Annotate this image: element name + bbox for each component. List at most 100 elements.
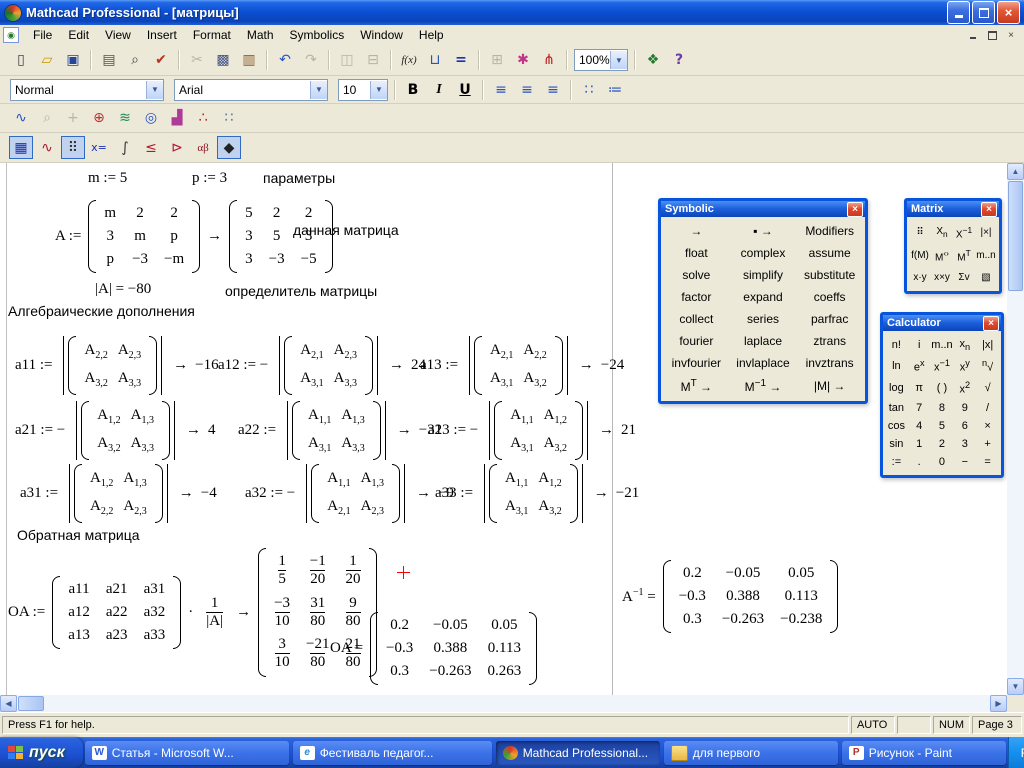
- def-a22[interactable]: a22 :=A1,1A1,3A3,1A3,3→−31: [238, 401, 442, 460]
- menu-insert[interactable]: Insert: [139, 26, 185, 44]
- bold-icon[interactable]: B: [401, 78, 425, 101]
- new-icon[interactable]: ▯: [9, 49, 33, 72]
- component-icon[interactable]: ⊞: [485, 49, 509, 72]
- palette-button-xy[interactable]: xy: [953, 355, 976, 377]
- taskbar-button[interactable]: Mathcad Professional...: [496, 741, 660, 765]
- align-left-icon[interactable]: ≡: [489, 78, 513, 101]
- organizer-icon[interactable]: ⋔: [537, 49, 561, 72]
- def-a32[interactable]: a32 := −A1,1A1,3A2,1A2,3→−9: [245, 464, 454, 523]
- evaluate-icon[interactable]: =: [449, 49, 473, 72]
- menu-help[interactable]: Help: [411, 26, 452, 44]
- palette-button-[interactable]: +: [976, 435, 999, 453]
- xy-plot-icon[interactable]: ∿: [9, 107, 33, 130]
- contour-plot-icon[interactable]: ◎: [139, 107, 163, 130]
- undo-icon[interactable]: ↶: [273, 49, 297, 72]
- menu-view[interactable]: View: [97, 26, 139, 44]
- doc-restore-icon[interactable]: [984, 28, 1000, 42]
- italic-icon[interactable]: I: [427, 78, 451, 101]
- def-A[interactable]: A :=m223mpp−3−m→5223533−3−5: [55, 200, 333, 273]
- greek-palette-icon[interactable]: αβ: [191, 136, 215, 159]
- boolean-palette-icon[interactable]: ≤: [139, 136, 163, 159]
- def-a33[interactable]: a33 :=A1,1A1,2A3,1A3,2→−21: [435, 464, 639, 523]
- doc-minimize-icon[interactable]: [965, 28, 981, 42]
- note-parameters[interactable]: параметры: [263, 170, 335, 186]
- close-icon[interactable]: ×: [983, 316, 999, 331]
- cut-icon[interactable]: ✂: [185, 49, 209, 72]
- palette-button-n[interactable]: n!: [885, 335, 908, 355]
- 3d-scatter-plot-icon[interactable]: ∴: [191, 107, 215, 130]
- matrix-palette-titlebar[interactable]: Matrix ×: [907, 201, 999, 217]
- palette-button-[interactable]: ▪ →: [730, 221, 797, 241]
- palette-button-6[interactable]: 6: [953, 417, 976, 435]
- underline-icon[interactable]: U: [453, 78, 477, 101]
- programming-palette-icon[interactable]: ⊳: [165, 136, 189, 159]
- palette-button-[interactable]: .: [908, 453, 931, 471]
- palette-button-4[interactable]: 4: [908, 417, 931, 435]
- palette-button-v[interactable]: Σv: [953, 268, 975, 287]
- save-icon[interactable]: ▣: [61, 49, 85, 72]
- matrix-palette-icon[interactable]: ⠿: [61, 136, 85, 159]
- palette-button-x[interactable]: |x|: [976, 335, 999, 355]
- palette-button-x1[interactable]: x−1: [931, 355, 954, 377]
- palette-button-mt[interactable]: MT: [953, 244, 975, 267]
- palette-button-xy[interactable]: x·y: [909, 268, 931, 287]
- palette-button-modifiers[interactable]: Modifiers: [796, 221, 863, 241]
- palette-button-fm[interactable]: f(M): [909, 244, 931, 267]
- vector-field-plot-icon[interactable]: ∷: [217, 107, 241, 130]
- palette-button-xn[interactable]: xn: [953, 335, 976, 355]
- font-select[interactable]: Arial▼: [174, 79, 328, 101]
- palette-button-float[interactable]: float: [663, 243, 730, 263]
- def-p[interactable]: p := 3: [192, 170, 227, 187]
- bullet-list-icon[interactable]: ∷: [577, 78, 601, 101]
- palette-button-mn[interactable]: m..n: [975, 244, 997, 267]
- print-icon[interactable]: ▤: [97, 49, 121, 72]
- print-preview-icon[interactable]: ⌕: [123, 49, 147, 72]
- menu-math[interactable]: Math: [239, 26, 282, 44]
- note-determinant[interactable]: определитель матрицы: [225, 283, 377, 299]
- horizontal-scroll-thumb[interactable]: [18, 696, 44, 711]
- palette-button-simplify[interactable]: simplify: [730, 265, 797, 285]
- def-a31[interactable]: a31 :=A1,2A1,3A2,2A2,3→−4: [20, 464, 217, 523]
- start-button[interactable]: пуск: [0, 737, 83, 768]
- palette-button-[interactable]: −: [953, 453, 976, 471]
- palette-button-n[interactable]: n√: [976, 355, 999, 377]
- palette-button-ln[interactable]: ln: [885, 355, 908, 377]
- palette-button-[interactable]: ▧: [975, 268, 997, 287]
- palette-button-[interactable]: ×: [976, 417, 999, 435]
- note-given-matrix[interactable]: данная матрица: [293, 222, 399, 238]
- palette-button-coeffs[interactable]: coeffs: [796, 287, 863, 307]
- horizontal-scrollbar[interactable]: ◀ ▶: [0, 695, 1007, 712]
- def-a21[interactable]: a21 := −A1,2A1,3A3,2A3,3→4: [15, 401, 215, 460]
- palette-button-[interactable]: |×|: [975, 221, 997, 244]
- menu-format[interactable]: Format: [185, 26, 239, 44]
- menu-symbolics[interactable]: Symbolics: [282, 26, 353, 44]
- det-A[interactable]: |A| = −80: [95, 281, 151, 298]
- palette-button-ex[interactable]: ex: [908, 355, 931, 377]
- taskbar-button[interactable]: WСтатья - Microsoft W...: [85, 741, 289, 765]
- palette-button-invfourier[interactable]: invfourier: [663, 353, 730, 373]
- polar-plot-icon[interactable]: ⊕: [87, 107, 111, 130]
- spell-check-icon[interactable]: ✔: [149, 49, 173, 72]
- calculus-palette-icon[interactable]: ∫: [113, 136, 137, 159]
- copy-icon[interactable]: ▩: [211, 49, 235, 72]
- crosshair-cursor[interactable]: [397, 566, 410, 579]
- scroll-up-icon[interactable]: ▲: [1007, 163, 1024, 180]
- palette-button-x2[interactable]: x2: [953, 377, 976, 399]
- palette-button-[interactable]: ( ): [931, 377, 954, 399]
- palette-button-xn[interactable]: Xn: [931, 221, 953, 244]
- zoom-select[interactable]: 100%▼: [574, 49, 628, 71]
- def-m[interactable]: m := 5: [88, 170, 127, 187]
- minimize-icon[interactable]: [947, 1, 970, 24]
- palette-button-0[interactable]: 0: [931, 453, 954, 471]
- palette-button-m1[interactable]: M−1 →: [730, 375, 797, 397]
- palette-button-xy[interactable]: x×y: [931, 268, 953, 287]
- restore-icon[interactable]: [972, 1, 995, 24]
- trace-plot-icon[interactable]: +: [61, 107, 85, 130]
- menu-edit[interactable]: Edit: [60, 26, 97, 44]
- result-OA[interactable]: OA =0.2−0.050.05−0.30.3880.1130.3−0.2630…: [330, 612, 537, 685]
- palette-button-m[interactable]: |M| →: [796, 375, 863, 397]
- palette-button-1[interactable]: 1: [908, 435, 931, 453]
- heading-cofactors[interactable]: Алгебраические дополнения: [8, 303, 195, 319]
- redo-icon[interactable]: ↷: [299, 49, 323, 72]
- align-center-icon[interactable]: ≡: [515, 78, 539, 101]
